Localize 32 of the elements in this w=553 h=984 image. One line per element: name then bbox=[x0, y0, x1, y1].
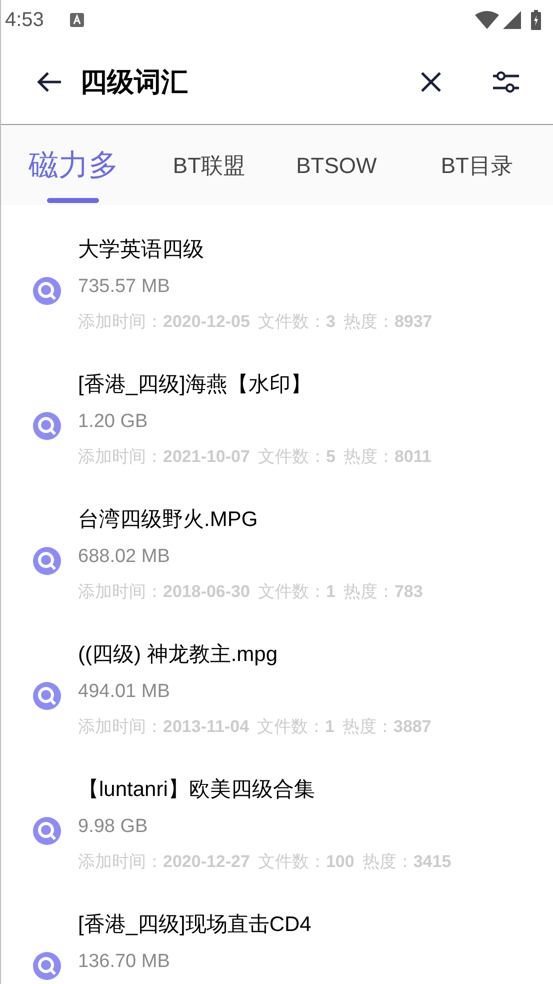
file-size: 735.57 MB bbox=[78, 275, 171, 299]
result-title[interactable]: [香港_四级]海燕【水印】 bbox=[78, 370, 432, 400]
magnet-search-icon bbox=[33, 412, 61, 440]
tab[interactable]: BT目录 bbox=[440, 148, 513, 182]
magnet-search-icon bbox=[33, 817, 61, 845]
tab[interactable]: 磁力多 bbox=[28, 142, 118, 188]
magnet-search-icon bbox=[33, 277, 61, 305]
keyboard-icon bbox=[70, 13, 84, 27]
close-icon[interactable] bbox=[421, 72, 441, 92]
magnet-search-icon bbox=[33, 682, 61, 710]
filter-icon[interactable] bbox=[493, 70, 519, 94]
file-size: 9.98 GB bbox=[78, 815, 149, 839]
tab[interactable]: BTSOW bbox=[296, 148, 377, 182]
result-title[interactable]: ((四级) 神龙教主.mpg bbox=[78, 640, 432, 670]
file-size: 136.70 MB bbox=[78, 950, 171, 974]
result-title[interactable]: 大学英语四级 bbox=[78, 235, 432, 265]
wifi-icon bbox=[475, 11, 499, 29]
tab-indicator bbox=[47, 198, 100, 203]
result-title[interactable]: 【luntanri】欧美四级合集 bbox=[78, 775, 452, 805]
file-size: 688.02 MB bbox=[78, 545, 171, 569]
magnet-search-icon bbox=[33, 952, 61, 980]
magnet-search-icon bbox=[33, 547, 61, 575]
back-icon[interactable] bbox=[36, 71, 62, 93]
file-size: 494.01 MB bbox=[78, 680, 171, 704]
result-title[interactable]: [香港_四级]现场直击CD4 bbox=[78, 910, 312, 940]
file-size: 1.20 GB bbox=[78, 410, 149, 434]
tab[interactable]: BT联盟 bbox=[172, 148, 246, 182]
result-title[interactable]: 台湾四级野火.MPG bbox=[78, 505, 423, 535]
battery-icon bbox=[531, 10, 541, 30]
signal-icon bbox=[503, 11, 521, 29]
search-query[interactable]: 四级词汇 bbox=[80, 62, 188, 102]
status-time: 4:53 bbox=[5, 8, 44, 33]
